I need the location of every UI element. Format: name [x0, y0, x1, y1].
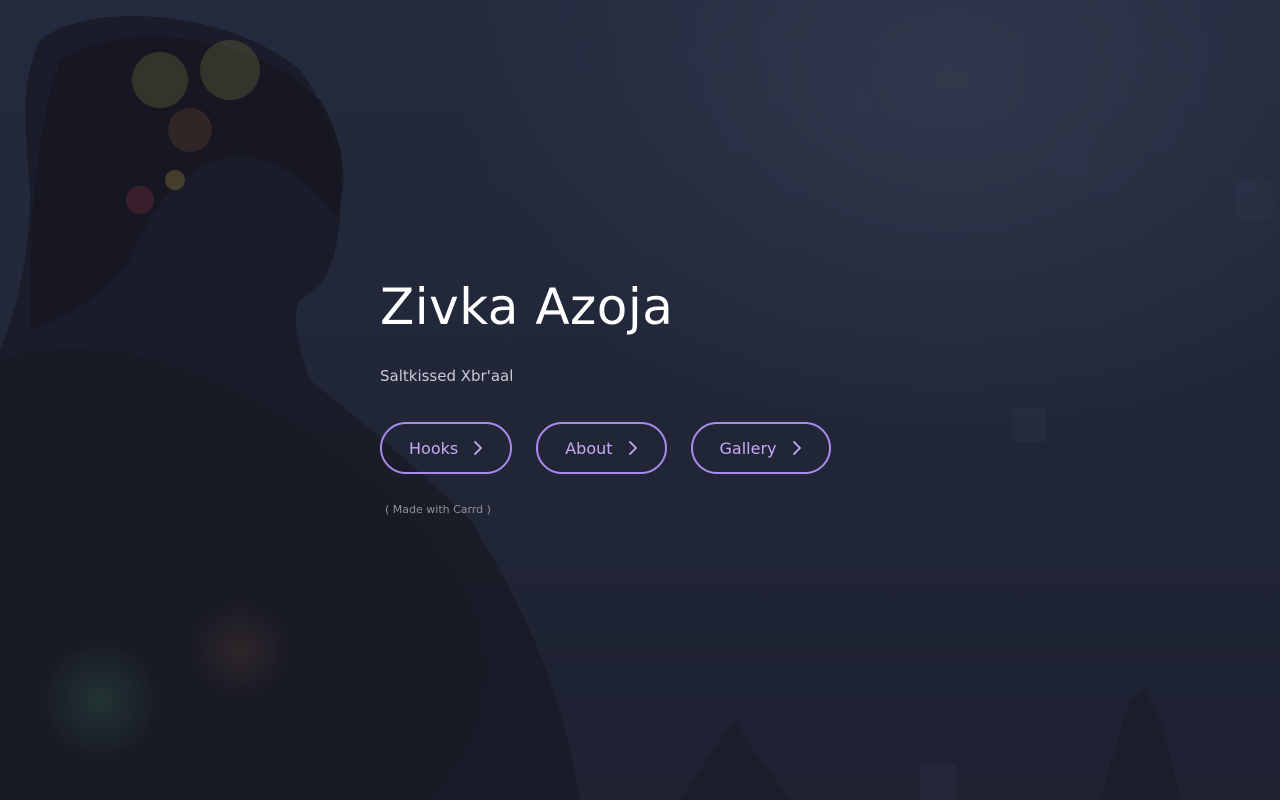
page-title: Zivka Azoja — [380, 278, 674, 336]
chevron-right-icon — [628, 441, 637, 455]
chevron-right-icon — [474, 441, 483, 455]
gallery-button[interactable]: Gallery — [690, 422, 831, 474]
page-subtitle: Saltkissed Xbr'aal — [380, 367, 514, 385]
about-button-label: About — [565, 438, 613, 458]
hooks-button-label: Hooks — [409, 438, 459, 458]
hooks-button[interactable]: Hooks — [380, 422, 513, 474]
made-with-carrd-link[interactable]: ( Made with Carrd ) — [385, 503, 491, 516]
main-content: Zivka Azoja Saltkissed Xbr'aal Hooks Abo… — [380, 270, 1080, 518]
gallery-button-label: Gallery — [719, 438, 777, 458]
nav-buttons: Hooks About Gallery — [380, 422, 1080, 474]
chevron-right-icon — [792, 441, 801, 455]
about-button[interactable]: About — [536, 422, 667, 474]
